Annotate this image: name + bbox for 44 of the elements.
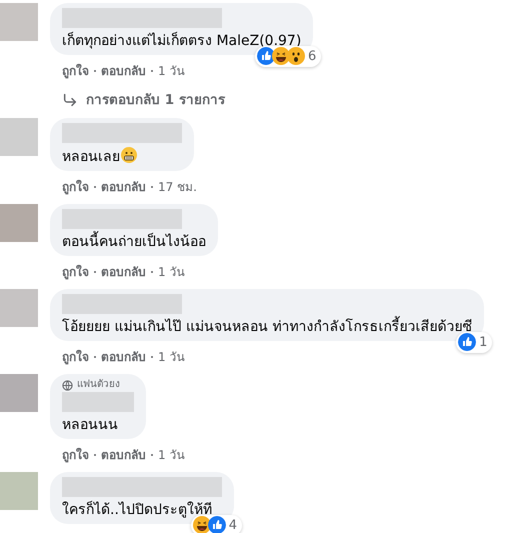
timestamp: 1 วัน xyxy=(158,349,184,365)
laughing-reaction-icon xyxy=(192,516,211,533)
blurred-name[interactable] xyxy=(62,477,222,497)
reply-link[interactable]: ตอบกลับ xyxy=(101,447,146,463)
reply-link[interactable]: ตอบกลับ xyxy=(101,264,146,280)
reaction-summary[interactable]: 4 xyxy=(190,514,242,533)
timestamp: 1 วัน xyxy=(158,447,184,463)
like-link[interactable]: ถูกใจ xyxy=(62,349,89,365)
like-link[interactable]: ถูกใจ xyxy=(62,63,89,79)
reaction-count: 6 xyxy=(308,48,316,66)
reply-link[interactable]: ตอบกลับ xyxy=(101,63,146,79)
timestamp: 1 วัน xyxy=(158,63,184,79)
reply-link[interactable]: ตอบกลับ xyxy=(101,349,146,365)
reaction-summary[interactable]: 6 xyxy=(255,46,322,67)
reaction-count: 1 xyxy=(479,334,488,352)
like-link[interactable]: ถูกใจ xyxy=(62,264,89,280)
reaction-summary[interactable]: 1 xyxy=(456,332,492,353)
globe-icon xyxy=(62,380,73,390)
reply-link[interactable]: ตอบกลับ xyxy=(101,179,146,195)
reply-arrow-icon xyxy=(62,92,78,108)
like-reaction-icon xyxy=(208,516,226,533)
avatar[interactable] xyxy=(0,374,38,412)
blurred-name[interactable] xyxy=(62,8,222,28)
surprised-reaction-icon xyxy=(287,47,306,66)
avatar[interactable] xyxy=(0,472,38,510)
blurred-name[interactable] xyxy=(62,123,182,143)
comment-text: หลอนเลย xyxy=(62,147,182,166)
avatar[interactable] xyxy=(0,118,38,156)
comment-text: หลอนนน xyxy=(62,416,119,434)
view-replies-link[interactable]: การตอบกลับ 1 รายการ xyxy=(50,91,237,109)
avatar[interactable] xyxy=(0,204,38,242)
timestamp: 17 ชม. xyxy=(158,179,197,195)
reaction-count: 4 xyxy=(228,516,237,533)
like-link[interactable]: ถูกใจ xyxy=(62,179,89,195)
top-fan-label: แฟนตัวยง xyxy=(77,379,120,391)
comment-text: ตอนนี้คนถ่ายเป็นไงน้ออ xyxy=(62,233,206,251)
blurred-name[interactable] xyxy=(62,209,182,229)
like-reaction-icon xyxy=(458,333,476,352)
avatar[interactable] xyxy=(0,289,38,327)
avatar[interactable] xyxy=(0,3,38,41)
like-link[interactable]: ถูกใจ xyxy=(62,447,89,463)
timestamp: 1 วัน xyxy=(158,264,184,280)
blurred-name[interactable] xyxy=(62,294,182,314)
blurred-name[interactable] xyxy=(62,392,134,412)
